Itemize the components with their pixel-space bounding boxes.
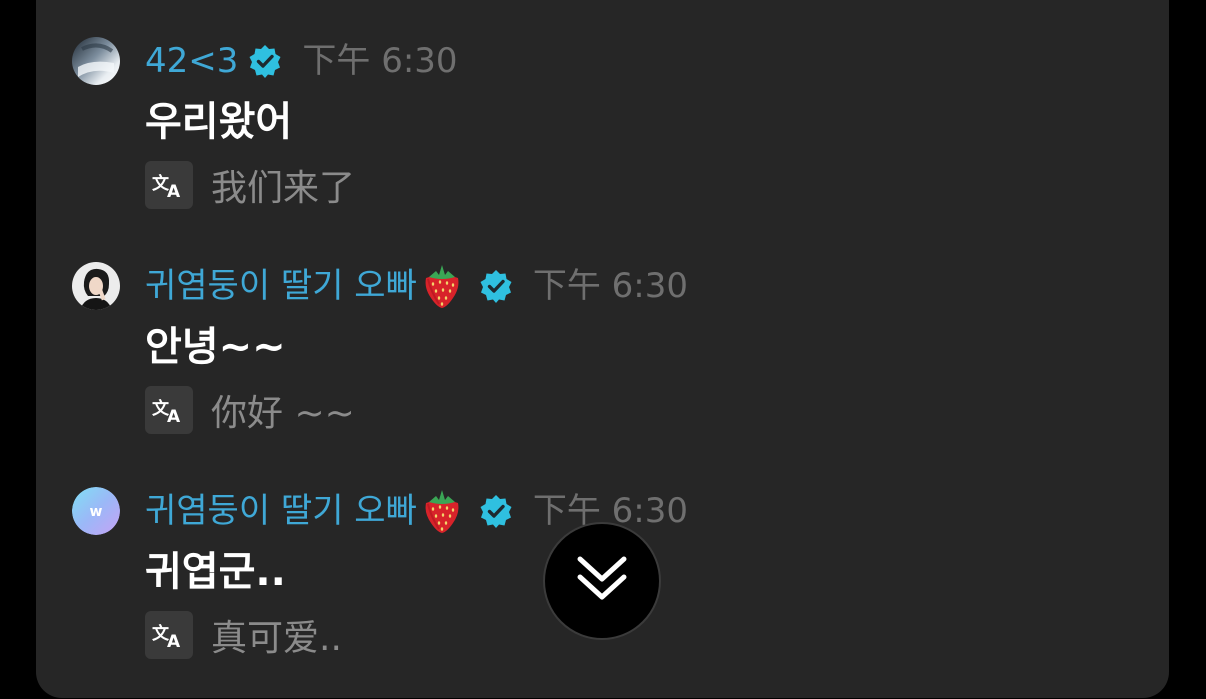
translation-row: 文 A 真可爱.. (145, 611, 342, 659)
svg-text:A: A (167, 182, 181, 200)
user-avatar[interactable] (72, 37, 120, 85)
translation-row: 文 A 我们来了 (145, 161, 355, 209)
message-timestamp: 下午 6:30 (532, 266, 689, 306)
verified-badge-icon (479, 269, 513, 303)
translated-text: 真可爱.. (211, 618, 342, 659)
user-avatar[interactable]: w (72, 487, 120, 535)
translated-text: 你好 ~~ (211, 393, 355, 434)
verified-badge-icon (248, 44, 282, 78)
username[interactable]: 42<3 (145, 44, 238, 78)
svg-text:A: A (167, 632, 181, 650)
translate-icon[interactable]: 文 A (145, 611, 193, 659)
svg-text:A: A (167, 407, 181, 425)
double-chevron-down-icon (574, 553, 630, 609)
svg-text:w: w (90, 504, 103, 520)
translate-icon[interactable]: 文 A (145, 161, 193, 209)
strawberry-emoji (419, 487, 465, 535)
username[interactable]: 귀염둥이 딸기 오빠 (145, 269, 417, 303)
message-timestamp: 下午 6:30 (302, 41, 458, 81)
translation-row: 文 A 你好 ~~ (145, 386, 355, 434)
username[interactable]: 귀염둥이 딸기 오빠 (145, 494, 417, 528)
message-text: 안녕~~ (145, 324, 286, 370)
strawberry-emoji (419, 262, 465, 310)
user-avatar[interactable] (72, 262, 120, 310)
verified-badge-icon (479, 494, 513, 528)
translated-text: 我们来了 (211, 168, 356, 209)
message-text: 귀엽군.. (145, 549, 286, 595)
scroll-to-bottom-button[interactable] (543, 522, 661, 640)
translate-icon[interactable]: 文 A (145, 386, 193, 434)
message-text: 우리왔어 (145, 99, 293, 145)
